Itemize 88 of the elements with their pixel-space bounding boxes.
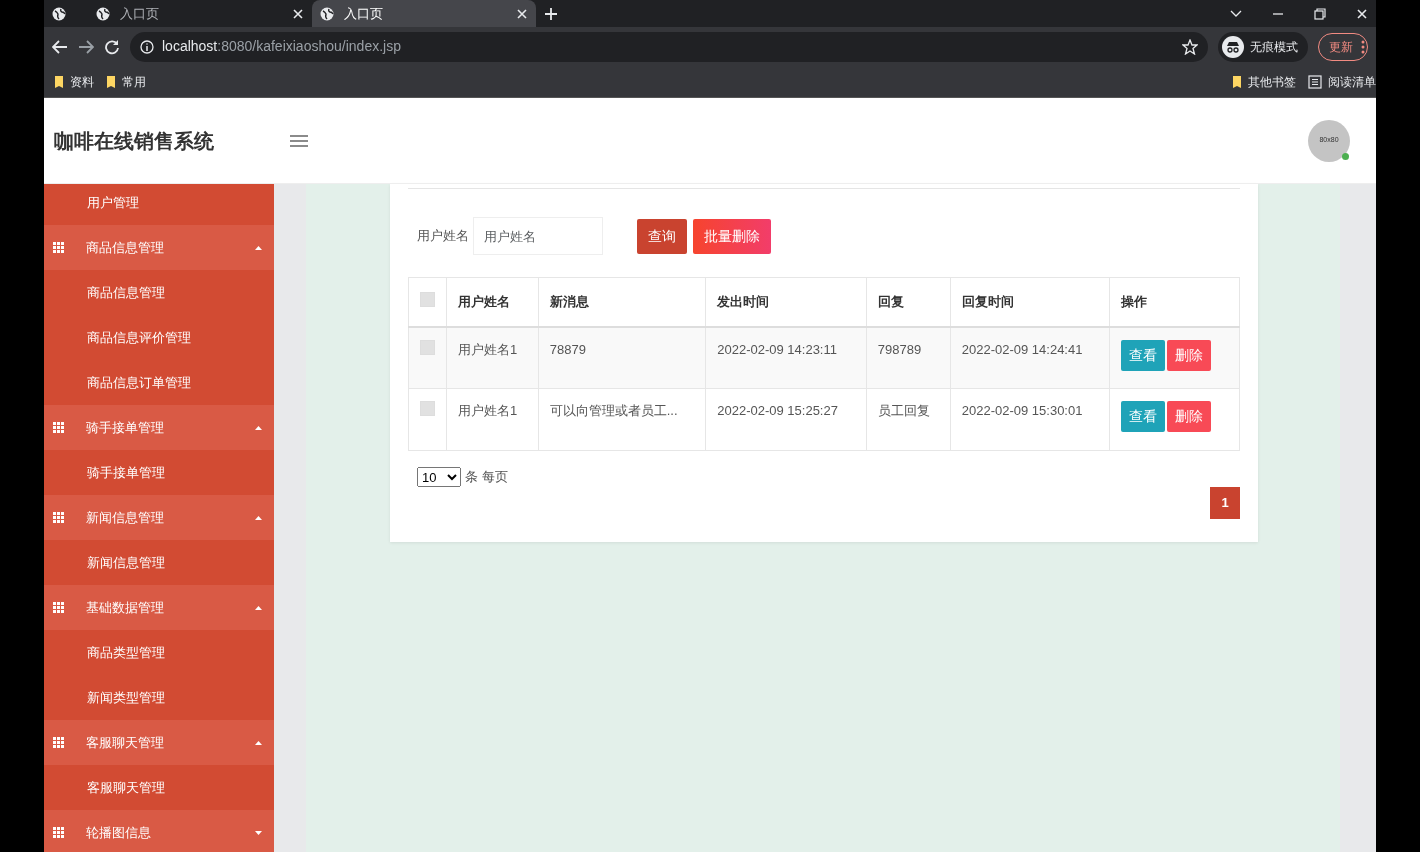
delete-button[interactable]: 删除 bbox=[1167, 401, 1212, 432]
close-icon[interactable] bbox=[292, 7, 304, 20]
globe-icon bbox=[96, 6, 110, 21]
search-field[interactable]: 用户姓名 bbox=[473, 217, 603, 255]
close-icon[interactable] bbox=[516, 7, 528, 20]
caret-up-icon bbox=[255, 515, 262, 520]
chevron-down-icon[interactable] bbox=[1230, 9, 1242, 18]
sidebar-item[interactable]: 商品信息管理 bbox=[87, 282, 165, 303]
sidebar-group[interactable]: 商品信息管理 bbox=[44, 225, 274, 270]
app-title: 咖啡在线销售系统 bbox=[54, 128, 215, 154]
column-header: 用户姓名 bbox=[458, 294, 510, 309]
view-button[interactable]: 查看 bbox=[1121, 339, 1166, 371]
table-cell: 2022-02-09 14:24:41 bbox=[961, 341, 1083, 357]
sidebar-group[interactable]: 新闻信息管理 bbox=[44, 495, 274, 540]
caret-up-icon bbox=[255, 605, 262, 610]
folder-icon bbox=[106, 74, 116, 89]
folder-icon bbox=[54, 74, 64, 89]
url-text: localhost:8080/kafeixiaoshou/index.jsp bbox=[162, 37, 402, 56]
bookmark[interactable]: 资料 bbox=[54, 72, 94, 91]
caret-up-icon bbox=[255, 245, 262, 250]
table-cell: 78879 bbox=[549, 341, 586, 357]
sidebar-item[interactable]: 骑手接单管理 bbox=[87, 462, 165, 483]
forward-icon[interactable] bbox=[78, 39, 94, 54]
globe-icon[interactable] bbox=[52, 6, 66, 21]
page-size-select[interactable]: 10 bbox=[417, 467, 461, 487]
sidebar-item[interactable]: 商品信息评价管理 bbox=[87, 327, 191, 348]
search-button[interactable]: 查询 bbox=[637, 218, 687, 254]
column-header: 回复时间 bbox=[961, 294, 1014, 309]
sidebar-group[interactable]: 基础数据管理 bbox=[44, 585, 274, 630]
more-icon bbox=[1361, 39, 1365, 54]
sidebar-item[interactable]: 商品信息订单管理 bbox=[87, 372, 191, 393]
bookmark[interactable]: 其他书签 bbox=[1232, 72, 1296, 91]
table-cell: 798789 bbox=[877, 341, 922, 357]
sidebar-group[interactable]: 轮播图信息 bbox=[44, 810, 274, 852]
back-icon[interactable] bbox=[52, 39, 68, 54]
menu-icon[interactable] bbox=[290, 133, 308, 148]
caret-up-icon bbox=[255, 425, 262, 430]
info-icon bbox=[140, 39, 154, 54]
browser-tab[interactable]: 入口页 bbox=[88, 0, 312, 27]
table-cell: 2022-02-09 14:23:11 bbox=[717, 341, 837, 357]
sidebar-item[interactable]: 用户管理 bbox=[87, 192, 139, 213]
column-header: 操作 bbox=[1121, 294, 1148, 309]
star-icon[interactable] bbox=[1182, 38, 1198, 55]
row-checkbox[interactable] bbox=[420, 339, 435, 355]
column-header: 新消息 bbox=[549, 294, 589, 309]
close-icon[interactable] bbox=[1356, 7, 1368, 20]
incognito-icon bbox=[1222, 35, 1244, 58]
caret-down-icon bbox=[255, 830, 262, 835]
column-header: 回复 bbox=[877, 294, 904, 309]
table-cell: 2022-02-09 15:30:01 bbox=[961, 403, 1083, 418]
sidebar-group[interactable]: 客服聊天管理 bbox=[44, 720, 274, 765]
sidebar-item[interactable]: 新闻类型管理 bbox=[87, 687, 165, 708]
view-button[interactable]: 查看 bbox=[1121, 401, 1166, 432]
grid-icon bbox=[53, 512, 64, 523]
batch-delete-button[interactable]: 批量删除 bbox=[693, 218, 771, 254]
table-cell: 可以向管理或者员工... bbox=[549, 403, 678, 418]
field-label: 用户姓名 bbox=[417, 227, 469, 246]
row-checkbox[interactable] bbox=[420, 401, 435, 416]
sidebar-item[interactable]: 新闻信息管理 bbox=[87, 552, 165, 573]
delete-button[interactable]: 删除 bbox=[1167, 339, 1212, 371]
page-size-label: 条 每页 bbox=[465, 468, 508, 487]
caret-up-icon bbox=[255, 740, 262, 745]
grid-icon bbox=[53, 422, 64, 433]
table-cell: 用户姓名1 bbox=[458, 403, 518, 418]
sidebar-item[interactable]: 商品类型管理 bbox=[87, 642, 165, 663]
reload-icon[interactable] bbox=[104, 38, 120, 55]
table-cell: 员工回复 bbox=[877, 403, 930, 418]
restore-icon[interactable] bbox=[1314, 7, 1326, 20]
sidebar-group[interactable]: 骑手接单管理 bbox=[44, 405, 274, 450]
folder-icon bbox=[1232, 74, 1242, 89]
reading-list[interactable]: 阅读清单 bbox=[1308, 72, 1376, 91]
table-cell: 2022-02-09 15:25:27 bbox=[717, 403, 838, 418]
browser-tab[interactable]: 入口页 bbox=[312, 0, 536, 27]
bookmark[interactable]: 常用 bbox=[106, 72, 146, 91]
grid-icon bbox=[53, 602, 64, 613]
address-bar[interactable]: localhost:8080/kafeixiaoshou/index.jsp bbox=[130, 31, 1208, 62]
select-all-checkbox[interactable] bbox=[420, 291, 435, 307]
column-header: 发出时间 bbox=[717, 294, 770, 309]
grid-icon bbox=[53, 737, 64, 748]
sidebar-item[interactable]: 客服聊天管理 bbox=[87, 777, 165, 798]
page-button[interactable]: 1 bbox=[1210, 487, 1240, 519]
globe-icon bbox=[320, 6, 334, 21]
list-icon bbox=[1308, 74, 1322, 89]
grid-icon bbox=[53, 242, 64, 253]
table-cell: 用户姓名1 bbox=[458, 341, 518, 357]
incognito-indicator[interactable]: 无痕模式 bbox=[1218, 31, 1308, 62]
grid-icon bbox=[53, 827, 64, 838]
plus-icon[interactable] bbox=[544, 6, 558, 21]
